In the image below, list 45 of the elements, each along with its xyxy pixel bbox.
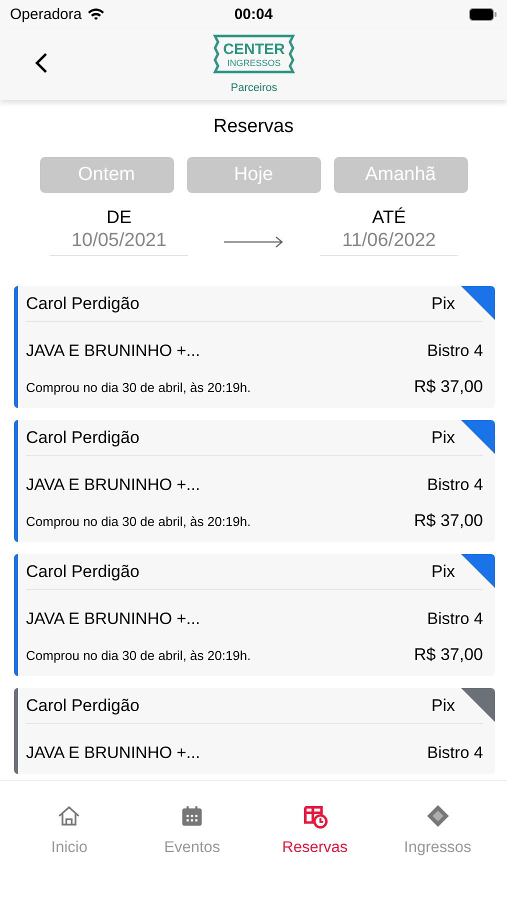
payment-method: Pix: [431, 294, 455, 314]
seat-place: Bistro 4: [427, 476, 483, 494]
seat-place: Bistro 4: [427, 610, 483, 628]
payment-method: Pix: [431, 562, 455, 582]
customer-name: Carol Perdigão: [26, 696, 140, 716]
purchase-date: Comprou no dia 30 de abril, às 20:19h.: [26, 380, 251, 394]
seat-place: Bistro 4: [427, 342, 483, 360]
logo-text: INGRESSOS: [227, 58, 281, 68]
battery-icon: [469, 8, 497, 20]
calendar-clock-icon: [302, 803, 328, 829]
from-label: DE: [106, 207, 132, 228]
date-field[interactable]: 10/05/2021: [50, 230, 188, 256]
price: R$ 37,00: [414, 377, 483, 397]
event-name: JAVA E BRUNINHO +...: [26, 744, 200, 762]
customer-name: Carol Perdigão: [26, 428, 140, 448]
wifi-icon: [86, 7, 105, 21]
tab-item[interactable]: Reservas: [254, 781, 376, 900]
customer-name: Carol Perdigão: [26, 562, 140, 582]
event-name: JAVA E BRUNINHO +...: [26, 342, 200, 360]
to-label: ATÉ: [372, 207, 406, 228]
reservation-card[interactable]: Carol Perdigão Pix JAVA E BRUNINHO +... Bistro 4: [14, 688, 495, 774]
page-title: Reservas: [213, 116, 294, 138]
seat-place: Bistro 4: [427, 744, 483, 762]
payment-method: Pix: [431, 428, 455, 448]
logo-text: CENTER: [223, 41, 285, 58]
price: R$ 37,00: [414, 511, 483, 531]
purchase-date: Comprou no dia 30 de abril, às 20:19h.: [26, 648, 251, 662]
clock-time: 00:04: [234, 6, 273, 22]
tab-item[interactable]: Ingressos: [376, 781, 499, 900]
price: R$ 37,00: [414, 645, 483, 665]
tab-item[interactable]: Eventos: [130, 781, 254, 900]
ticket-icon: [424, 803, 451, 829]
tab-item[interactable]: Inicio: [8, 781, 131, 900]
purchase-date: Comprou no dia 30 de abril, às 20:19h.: [26, 514, 251, 528]
reservation-card[interactable]: Carol Perdigão Pix JAVA E BRUNINHO +... Bistro 4 Comprou no dia 30 de abril, às 20:19h. R$ 37,00: [14, 286, 495, 408]
payment-method: Pix: [431, 696, 455, 716]
date-field[interactable]: 11/06/2022: [320, 230, 458, 256]
logo-subtitle: Parceiros: [230, 82, 278, 95]
arrow-icon: [224, 236, 284, 248]
reservation-card[interactable]: Carol Perdigão Pix JAVA E BRUNINHO +... Bistro 4 Comprou no dia 30 de abril, às 20:19h. R$ 37,00: [14, 554, 495, 676]
customer-name: Carol Perdigão: [26, 294, 140, 314]
reservation-card[interactable]: Carol Perdigão Pix JAVA E BRUNINHO +... Bistro 4 Comprou no dia 30 de abril, às 20:19h. R$ 37,00: [14, 420, 495, 542]
event-name: JAVA E BRUNINHO +...: [26, 476, 200, 494]
carrier-name: Operadora: [10, 6, 82, 22]
event-name: JAVA E BRUNINHO +...: [26, 610, 200, 628]
